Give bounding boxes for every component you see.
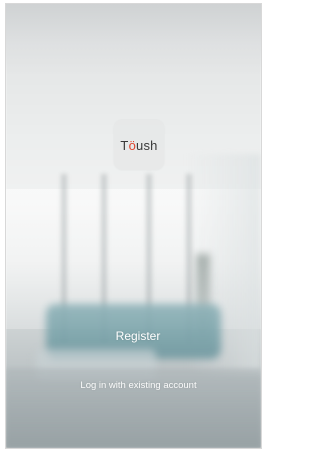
logo-letter: T [120,137,129,153]
app-logo: Töush [114,120,164,170]
login-link-label: Log in with existing account [80,379,197,391]
register-button-label: Register [115,329,161,343]
welcome-screen: Töush Register Log in with existing acco… [5,3,262,449]
login-existing-account-link[interactable]: Log in with existing account [46,376,231,394]
register-button[interactable]: Register [58,322,218,350]
app-logo-text: Töush [120,138,157,153]
logo-accent-letter: ö [128,137,137,153]
logo-letters: ush [136,137,158,153]
background-ceiling [6,4,261,74]
